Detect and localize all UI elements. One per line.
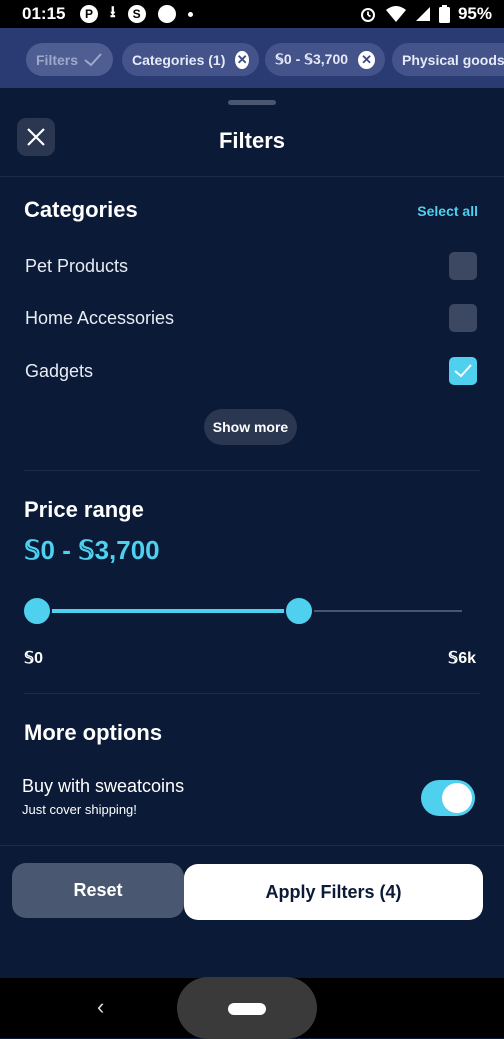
chip-physical-goods[interactable]: Physical goods: [392, 43, 504, 76]
download-icon: ⭳: [110, 3, 116, 21]
category-checkbox[interactable]: [449, 252, 477, 280]
divider: [24, 470, 480, 471]
check-icon: [84, 52, 102, 66]
price-slider-max-thumb[interactable]: [284, 596, 315, 626]
app-icon: P: [80, 5, 98, 23]
dot-icon: [187, 11, 193, 17]
category-row[interactable]: Gadgets: [25, 357, 480, 387]
category-label: Gadgets: [25, 361, 94, 381]
select-all-link[interactable]: Select all: [417, 203, 478, 219]
divider: [0, 845, 504, 846]
show-more-button[interactable]: Show more: [204, 409, 297, 445]
status-bar: 01:15 P ⭳ S 95%: [0, 0, 504, 28]
status-time: 01:15: [22, 4, 66, 23]
toggle-knob: [442, 783, 472, 813]
divider: [24, 693, 480, 694]
home-pill-icon: [228, 1003, 266, 1015]
home-button[interactable]: [177, 977, 317, 1039]
category-row[interactable]: Home Accessories: [25, 304, 480, 334]
chip-physical-label: Physical goods: [402, 51, 504, 68]
sheet-title: Filters: [218, 128, 286, 153]
sweatcoins-toggle[interactable]: [421, 780, 475, 816]
chip-price-label: 𝕊0 - 𝕊3,700: [275, 51, 349, 67]
price-min-label: 𝕊0: [24, 650, 44, 667]
filters-sheet: Filters Categories Select all Pet Produc…: [0, 88, 504, 978]
chip-categories-label: Categories (1): [132, 51, 226, 68]
battery-icon: [438, 5, 450, 23]
category-label: Home Accessories: [25, 308, 175, 328]
price-range-title: Price range: [24, 497, 144, 522]
battery-percent: 95%: [457, 4, 492, 23]
status-icons-right: 95%: [359, 3, 492, 25]
active-filter-chips: Filters Categories (1) ✕ 𝕊0 - 𝕊3,700 ✕ P…: [0, 28, 504, 88]
category-row[interactable]: Pet Products: [25, 252, 480, 282]
back-icon[interactable]: ‹: [97, 994, 104, 1020]
alarm-icon: [360, 8, 375, 22]
category-label: Pet Products: [25, 256, 129, 276]
category-checkbox-checked[interactable]: [449, 357, 477, 385]
sweatcoin-icon: S: [127, 5, 146, 23]
chip-price-close-icon[interactable]: ✕: [358, 50, 375, 69]
price-max-label: 𝕊6k: [448, 650, 476, 667]
reset-button[interactable]: Reset: [12, 863, 184, 918]
wifi-icon: [385, 6, 406, 22]
chip-filters[interactable]: Filters: [26, 43, 113, 76]
price-range-value: 𝕊0 - 𝕊3,700: [24, 535, 160, 565]
price-slider-min-thumb[interactable]: [22, 596, 52, 626]
categories-title: Categories: [24, 197, 138, 222]
status-icons-left: P ⭳ S: [80, 3, 193, 25]
sweatcoins-toggle-label: Buy with sweatcoins: [22, 776, 185, 796]
price-slider-track[interactable]: [37, 609, 462, 613]
category-checkbox[interactable]: [449, 304, 477, 332]
more-options-title: More options: [24, 720, 163, 745]
chip-filters-label: Filters: [36, 51, 79, 68]
chip-categories[interactable]: Categories (1) ✕: [122, 43, 259, 76]
drag-handle[interactable]: [228, 100, 276, 105]
price-slider-fill: [37, 609, 300, 613]
apply-filters-button[interactable]: Apply Filters (4): [184, 864, 483, 920]
circle-icon: [157, 5, 176, 23]
divider: [0, 176, 504, 177]
signal-icon: [415, 7, 430, 21]
navigation-bar: ‹: [0, 977, 504, 1039]
checkmark-icon: [454, 364, 472, 378]
chip-categories-close-icon[interactable]: ✕: [235, 50, 249, 69]
chip-price[interactable]: 𝕊0 - 𝕊3,700 ✕: [265, 43, 385, 76]
sweatcoins-toggle-sublabel: Just cover shipping!: [22, 802, 137, 817]
